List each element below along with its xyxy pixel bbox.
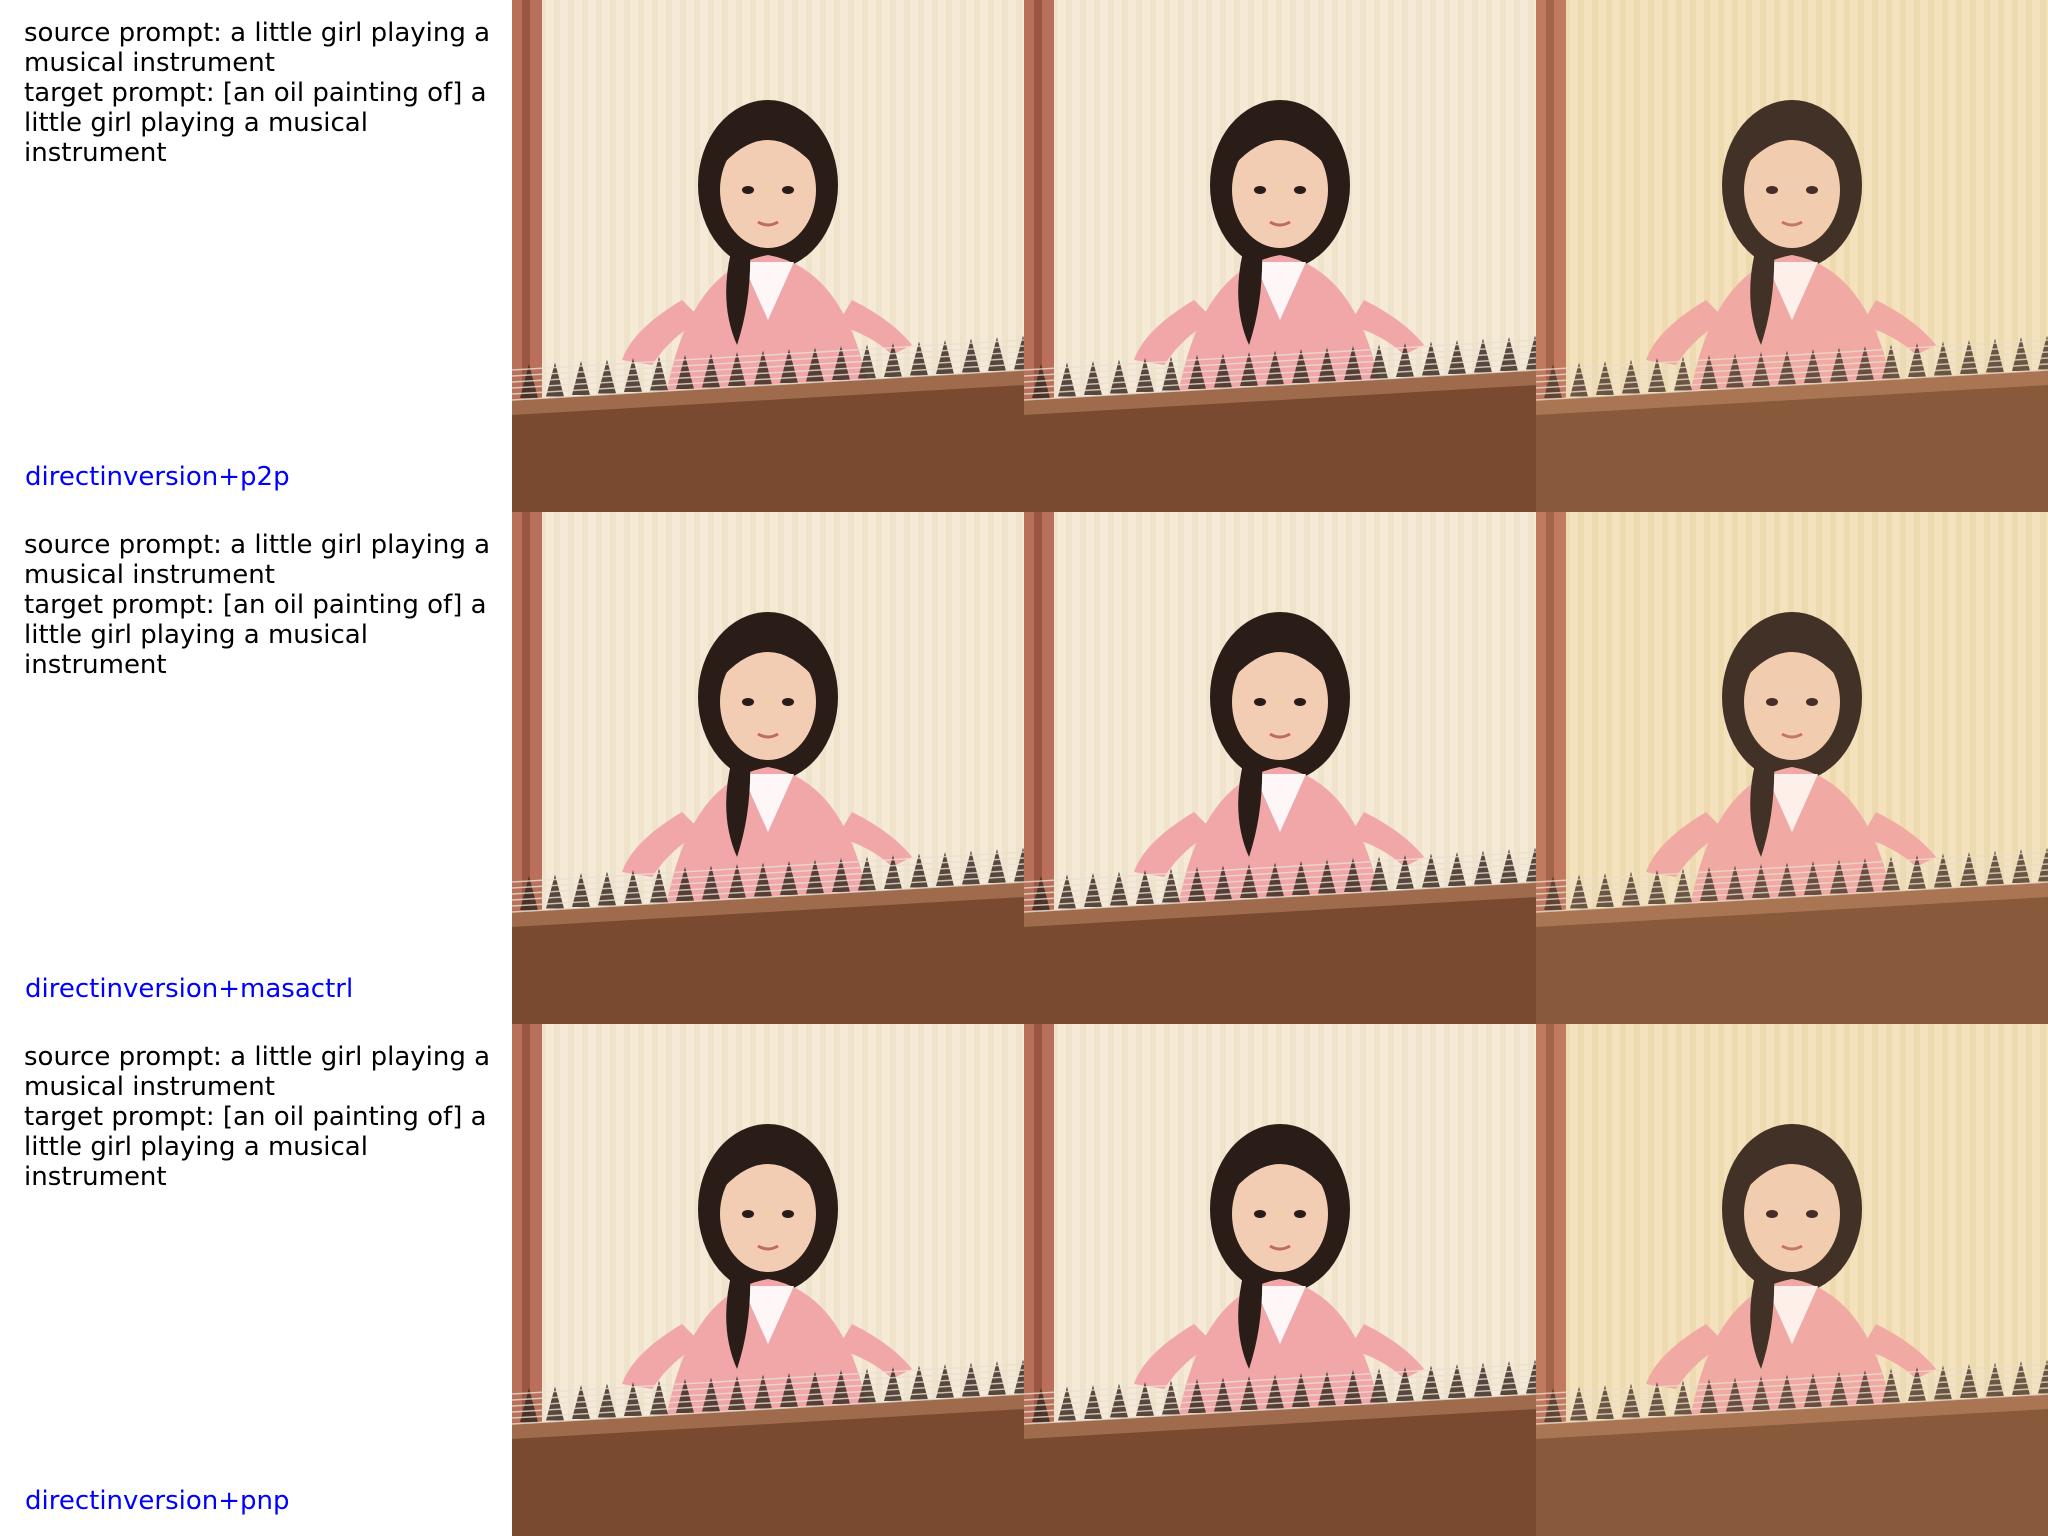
scene-illustration — [1024, 1024, 1536, 1536]
edited-image — [1536, 0, 2048, 512]
edited-image — [1536, 1024, 2048, 1536]
prompt-text: source prompt: a little girl playing a m… — [24, 1042, 512, 1192]
reconstruction-image — [1024, 1024, 1536, 1536]
scene-illustration — [1536, 512, 2048, 1024]
scene-illustration — [1024, 0, 1536, 512]
method-label: directinversion+p2p — [25, 462, 290, 492]
comparison-row: source prompt: a little girl playing a m… — [0, 0, 2048, 512]
comparison-row: source prompt: a little girl playing a m… — [0, 1024, 2048, 1536]
source-prompt: source prompt: a little girl playing a m… — [24, 1042, 499, 1102]
reconstruction-image — [1024, 512, 1536, 1024]
row-label-panel: source prompt: a little girl playing a m… — [0, 512, 512, 1024]
source-image — [512, 0, 1024, 512]
target-prompt: target prompt: [an oil painting of] a li… — [24, 1102, 495, 1192]
scene-illustration — [1536, 0, 2048, 512]
scene-illustration — [512, 1024, 1024, 1536]
source-prompt: source prompt: a little girl playing a m… — [24, 18, 499, 78]
method-label: directinversion+pnp — [25, 1486, 290, 1516]
scene-illustration — [1536, 1024, 2048, 1536]
source-image — [512, 1024, 1024, 1536]
row-label-panel: source prompt: a little girl playing a m… — [0, 1024, 512, 1536]
reconstruction-image — [1024, 0, 1536, 512]
target-prompt: target prompt: [an oil painting of] a li… — [24, 590, 495, 680]
row-label-panel: source prompt: a little girl playing a m… — [0, 0, 512, 512]
scene-illustration — [1024, 512, 1536, 1024]
comparison-row: source prompt: a little girl playing a m… — [0, 512, 2048, 1024]
source-image — [512, 512, 1024, 1024]
scene-illustration — [512, 0, 1024, 512]
target-prompt: target prompt: [an oil painting of] a li… — [24, 78, 495, 168]
scene-illustration — [512, 512, 1024, 1024]
prompt-text: source prompt: a little girl playing a m… — [24, 18, 512, 168]
edited-image — [1536, 512, 2048, 1024]
method-label: directinversion+masactrl — [25, 974, 354, 1004]
source-prompt: source prompt: a little girl playing a m… — [24, 530, 499, 590]
prompt-text: source prompt: a little girl playing a m… — [24, 530, 512, 680]
